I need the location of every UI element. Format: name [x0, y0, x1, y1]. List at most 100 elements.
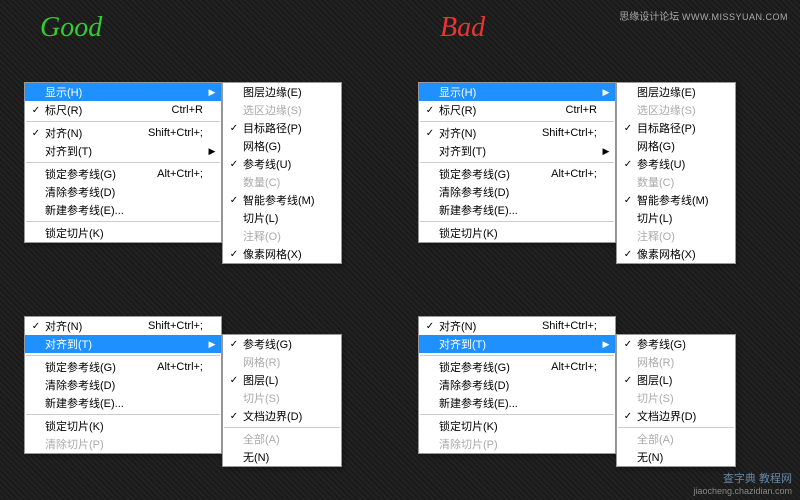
- menu-item-label: 清除切片(P): [437, 436, 593, 452]
- menu-item[interactable]: ✓目标路径(P): [617, 119, 735, 137]
- menu-item[interactable]: 清除参考线(D): [25, 376, 221, 394]
- menu-item[interactable]: ✓参考线(U): [617, 155, 735, 173]
- menu-item-label: 对齐到(T): [437, 336, 593, 352]
- bad-main-menu[interactable]: 显示(H)▶✓标尺(R)Ctrl+R ✓对齐(N)Shift+Ctrl+;对齐到(…: [418, 82, 616, 243]
- menu-item[interactable]: 锁定参考线(G)Alt+Ctrl+;: [25, 165, 221, 183]
- bad-snap-submenu[interactable]: ✓参考线(G)网格(R)✓图层(L)切片(S)✓文档边界(D)全部(A)无(N): [616, 334, 736, 467]
- bad-show-submenu[interactable]: 图层边缘(E)选区边缘(S)✓目标路径(P)网格(G)✓参考线(U)数量(C)✓…: [616, 82, 736, 264]
- menu-item-label: 显示(H): [437, 84, 593, 100]
- menu-item-label: 文档边界(D): [635, 408, 731, 424]
- menu-item-shortcut: Alt+Ctrl+;: [547, 168, 601, 180]
- menu-item-label: 注释(O): [635, 228, 731, 244]
- menu-item[interactable]: 锁定切片(K): [419, 224, 615, 242]
- menu-item[interactable]: ✓图层(L): [223, 371, 341, 389]
- menu-item[interactable]: ✓像素网格(X): [617, 245, 735, 263]
- menu-separator: [618, 427, 734, 428]
- menu-item[interactable]: 无(N): [223, 448, 341, 466]
- menu-item[interactable]: 锁定参考线(G)Alt+Ctrl+;: [25, 358, 221, 376]
- menu-item[interactable]: 清除参考线(D): [419, 183, 615, 201]
- menu-item: 选区边缘(S): [617, 101, 735, 119]
- menu-item-label: 对齐(N): [437, 318, 538, 334]
- menu-separator: [26, 355, 220, 356]
- menu-item[interactable]: ✓文档边界(D): [617, 407, 735, 425]
- menu-item[interactable]: 切片(L): [223, 209, 341, 227]
- menu-item-label: 网格(R): [635, 354, 731, 370]
- menu-item[interactable]: 对齐到(T)▶: [25, 142, 221, 160]
- menu-item[interactable]: ✓文档边界(D): [223, 407, 341, 425]
- menu-item: 全部(A): [617, 430, 735, 448]
- menu-item-label: 锁定参考线(G): [437, 359, 547, 375]
- menu-item[interactable]: 锁定切片(K): [419, 417, 615, 435]
- menu-item[interactable]: 图层边缘(E): [223, 83, 341, 101]
- menu-separator: [420, 414, 614, 415]
- menu-item-label: 选区边缘(S): [635, 102, 731, 118]
- menu-item[interactable]: 显示(H)▶: [419, 83, 615, 101]
- good-main-menu[interactable]: 显示(H)▶✓标尺(R)Ctrl+R ✓对齐(N)Shift+Ctrl+;对齐到(…: [24, 82, 222, 243]
- check-icon: ✓: [227, 195, 241, 206]
- menu-item-label: 新建参考线(E)...: [437, 202, 593, 218]
- menu-item[interactable]: ✓智能参考线(M): [617, 191, 735, 209]
- menu-separator: [420, 121, 614, 122]
- menu-item[interactable]: ✓对齐(N)Shift+Ctrl+;: [419, 124, 615, 142]
- menu-item: 注释(O): [617, 227, 735, 245]
- menu-item[interactable]: 新建参考线(E)...: [25, 201, 221, 219]
- menu-item[interactable]: ✓对齐(N)Shift+Ctrl+;: [419, 317, 615, 335]
- menu-item: 数量(C): [617, 173, 735, 191]
- check-icon: ✓: [227, 375, 241, 386]
- menu-item[interactable]: ✓参考线(G): [617, 335, 735, 353]
- menu-item-label: 对齐到(T): [437, 143, 593, 159]
- menu-item[interactable]: 对齐到(T)▶: [419, 142, 615, 160]
- menu-item-label: 参考线(U): [635, 156, 731, 172]
- check-icon: ✓: [227, 249, 241, 260]
- menu-item[interactable]: 对齐到(T) ▶: [419, 335, 615, 353]
- check-icon: ✓: [621, 375, 635, 386]
- menu-item[interactable]: ✓图层(L): [617, 371, 735, 389]
- menu-item[interactable]: ✓目标路径(P): [223, 119, 341, 137]
- menu-item[interactable]: 新建参考线(E)...: [419, 394, 615, 412]
- menu-item-label: 全部(A): [635, 431, 731, 447]
- menu-item[interactable]: 显示(H)▶: [25, 83, 221, 101]
- menu-item[interactable]: ✓参考线(G): [223, 335, 341, 353]
- menu-item[interactable]: 新建参考线(E)...: [419, 201, 615, 219]
- menu-item[interactable]: ✓标尺(R)Ctrl+R: [25, 101, 221, 119]
- menu-item[interactable]: 清除参考线(D): [25, 183, 221, 201]
- check-icon: ✓: [621, 249, 635, 260]
- menu-item[interactable]: 新建参考线(E)...: [25, 394, 221, 412]
- menu-item-label: 数量(C): [241, 174, 337, 190]
- menu-item[interactable]: 对齐到(T)▶: [25, 335, 221, 353]
- check-icon: ✓: [423, 128, 437, 139]
- menu-item[interactable]: ✓对齐(N)Shift+Ctrl+;: [25, 317, 221, 335]
- menu-item-label: 锁定参考线(G): [437, 166, 547, 182]
- menu-item: 注释(O): [223, 227, 341, 245]
- check-icon: ✓: [621, 195, 635, 206]
- menu-item[interactable]: 切片(L): [617, 209, 735, 227]
- menu-item[interactable]: 锁定切片(K): [25, 417, 221, 435]
- submenu-arrow-icon: ▶: [207, 87, 217, 98]
- check-icon: ✓: [621, 123, 635, 134]
- good-snap-menu[interactable]: ✓对齐(N)Shift+Ctrl+;对齐到(T)▶ 锁定参考线(G)Alt+Ctr…: [24, 316, 222, 454]
- menu-item[interactable]: ✓参考线(U): [223, 155, 341, 173]
- bad-snap-menu[interactable]: ✓对齐(N)Shift+Ctrl+;对齐到(T) ▶ 锁定参考线(G)Alt+Ctr…: [418, 316, 616, 454]
- menu-item-label: 切片(S): [241, 390, 337, 406]
- menu-item[interactable]: 图层边缘(E): [617, 83, 735, 101]
- menu-item[interactable]: 网格(G): [223, 137, 341, 155]
- menu-item[interactable]: 无(N): [617, 448, 735, 466]
- menu-item[interactable]: 锁定参考线(G)Alt+Ctrl+;: [419, 165, 615, 183]
- menu-item[interactable]: 锁定参考线(G)Alt+Ctrl+;: [419, 358, 615, 376]
- submenu-arrow-icon: ▶: [601, 339, 611, 350]
- menu-item[interactable]: 网格(G): [617, 137, 735, 155]
- menu-item[interactable]: 清除参考线(D): [419, 376, 615, 394]
- good-snap-submenu[interactable]: ✓参考线(G)网格(R)✓图层(L)切片(S)✓文档边界(D)全部(A)无(N): [222, 334, 342, 467]
- menu-item-label: 锁定切片(K): [43, 225, 199, 241]
- check-icon: ✓: [29, 105, 43, 116]
- menu-item-shortcut: Shift+Ctrl+;: [144, 320, 207, 332]
- check-icon: ✓: [227, 411, 241, 422]
- menu-item[interactable]: 锁定切片(K): [25, 224, 221, 242]
- menu-item[interactable]: ✓标尺(R)Ctrl+R: [419, 101, 615, 119]
- menu-item-shortcut: Alt+Ctrl+;: [153, 361, 207, 373]
- menu-item[interactable]: ✓对齐(N)Shift+Ctrl+;: [25, 124, 221, 142]
- good-show-submenu[interactable]: 图层边缘(E)选区边缘(S)✓目标路径(P)网格(G)✓参考线(U)数量(C)✓…: [222, 82, 342, 264]
- menu-item-label: 对齐到(T): [43, 336, 199, 352]
- menu-item[interactable]: ✓像素网格(X): [223, 245, 341, 263]
- menu-item[interactable]: ✓智能参考线(M): [223, 191, 341, 209]
